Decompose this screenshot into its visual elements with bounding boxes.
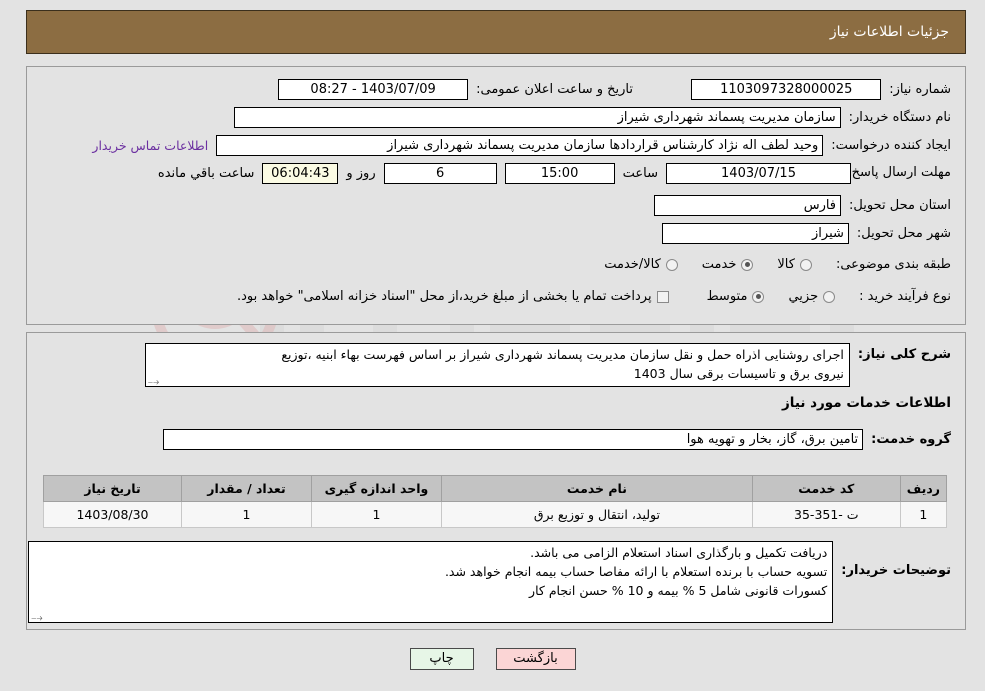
radio-jozee[interactable] [823,290,836,303]
process-label: نوع فرآیند خرید : [859,289,951,304]
need-info-panel: شماره نیاز: 1103097328000025 تاریخ و ساع… [26,66,966,325]
category-row: طبقه بندی موضوعی: کالا خدمت کالا/خدمت [604,257,951,272]
creator-label: ایجاد کننده درخواست: [831,138,951,153]
radio-kala[interactable] [799,258,812,271]
cell-row: 1 [899,501,948,528]
service-group-label: گروه خدمت: [871,432,951,447]
cell-unit: 1 [311,501,442,528]
deadline-row: مهلت ارسال پاسخ: تا تاریخ: 1403/07/15 سا… [158,163,951,184]
description-row: شرح کلی نیاز: اجرای روشنایی اذراه حمل و … [144,343,951,387]
footer-actions: بازگشت چاپ [0,648,985,670]
remaining-days-field[interactable]: 6 [383,163,497,184]
need-number-label: شماره نیاز: [889,82,951,97]
window-header: جزئیات اطلاعات نیاز [26,10,966,54]
table-row: 1 ت -351-35 تولید، انتقال و توزیع برق 1 … [43,501,948,528]
page-root: جزئیات اطلاعات نیاز شماره نیاز: 11030973… [0,0,985,691]
process-option-jozee-label: جزیي [788,289,819,304]
print-button[interactable]: چاپ [409,648,474,670]
buyer-contact-link[interactable]: اطلاعات تماس خریدار [92,138,208,153]
buyer-notes-row: توضیحات خریدار: دریافت تکمیل و بارگذاری … [28,541,951,623]
process-option-motevasset-label: متوسط [706,289,748,304]
service-group-row: گروه خدمت: تامین برق، گاز، بخار و تهویه … [163,429,951,450]
description-line-1: اجرای روشنایی اذراه حمل و نقل سازمان مدی… [281,347,844,362]
process-row: نوع فرآیند خرید : جزیي متوسط پرداخت تمام… [237,289,951,304]
buyer-notes-label: توضیحات خریدار: [841,563,951,578]
category-option-kala[interactable]: کالا [777,257,812,272]
buyer-org-field[interactable]: سازمان مدیریت پسماند شهرداری شیراز [233,107,841,128]
category-option-khedmat-label: خدمت [701,257,737,272]
page-title: جزئیات اطلاعات نیاز [829,24,949,40]
process-option-motevasset[interactable]: متوسط [707,289,765,304]
treasury-checkbox-label: پرداخت تمام یا بخشی از مبلغ خرید،از محل … [237,289,652,304]
col-code: کد خدمت [751,475,901,502]
description-textarea[interactable]: اجرای روشنایی اذراه حمل و نقل سازمان مدی… [144,343,850,387]
province-field[interactable]: فارس [654,195,842,216]
category-option-kala-khedmat-label: کالا/خدمت [604,257,661,272]
details-panel: شرح کلی نیاز: اجرای روشنایی اذراه حمل و … [26,332,966,630]
radio-motevasset[interactable] [752,290,765,303]
deadline-hour-field[interactable]: 15:00 [504,163,615,184]
cell-quantity: 1 [181,501,312,528]
table-header-row: ردیف کد خدمت نام خدمت واحد اندازه گیری ت… [43,475,948,502]
category-option-khedmat[interactable]: خدمت [702,257,754,272]
resize-grip-icon-notes[interactable]: ⤍ [31,612,42,622]
radio-khedmat[interactable] [741,258,754,271]
back-button[interactable]: بازگشت [495,648,576,670]
services-section-title: اطلاعات خدمات مورد نیاز [781,395,951,411]
need-number-row: شماره نیاز: 1103097328000025 [691,79,951,100]
process-option-jozee[interactable]: جزیي [788,289,836,304]
announce-field[interactable]: 1403/07/09 - 08:27 [278,79,469,100]
treasury-checkbox[interactable] [656,290,669,303]
province-row: استان محل تحویل: فارس [654,195,951,216]
cell-need-date: 1403/08/30 [43,501,182,528]
days-label: روز و [346,166,376,181]
treasury-checkbox-wrap[interactable]: پرداخت تمام یا بخشی از مبلغ خرید،از محل … [237,289,669,304]
services-section-title-row: اطلاعات خدمات مورد نیاز [782,395,951,411]
buyer-org-row: نام دستگاه خریدار: سازمان مدیریت پسماند … [233,107,951,128]
description-line-2: نیروی برق و تاسیسات برقی سال 1403 [633,365,844,381]
remaining-time-label: ساعت باقي مانده [157,166,255,181]
buyer-note-line-1: دریافت تکمیل و بارگذاری اسناد استعلام ال… [530,545,828,560]
announce-row: تاریخ و ساعت اعلان عمومی: 1403/07/09 - 0… [278,79,633,100]
service-group-field[interactable]: تامین برق، گاز، بخار و تهویه هوا [163,429,864,450]
announce-label: تاریخ و ساعت اعلان عمومی: [476,82,633,97]
need-number-field[interactable]: 1103097328000025 [691,79,882,100]
radio-kala-khedmat[interactable] [665,258,678,271]
city-field[interactable]: شیراز [661,223,849,244]
cell-name: تولید، انتقال و توزیع برق [441,501,753,528]
remaining-time-field: 06:04:43 [262,163,339,184]
services-table: ردیف کد خدمت نام خدمت واحد اندازه گیری ت… [43,475,948,528]
col-row: ردیف [899,475,948,502]
city-row: شهر محل تحویل: شیراز [661,223,951,244]
buyer-note-line-3: کسورات قانونی شامل 5 % بیمه و 10 % حسن ا… [529,582,828,598]
resize-grip-icon[interactable]: ⤍ [148,376,159,386]
category-label: طبقه بندی موضوعی: [835,257,951,272]
col-quantity: تعداد / مقدار [181,475,312,502]
col-unit: واحد اندازه گیری [311,475,442,502]
col-name: نام خدمت [441,475,753,502]
category-option-kala-khedmat[interactable]: کالا/خدمت [604,257,678,272]
deadline-date-field[interactable]: 1403/07/15 [666,163,851,184]
buyer-note-line-2: تسویه حساب با برنده استعلام با ارائه مفا… [444,563,828,579]
deadline-label: مهلت ارسال پاسخ: تا تاریخ: [801,165,951,181]
buyer-notes-textarea[interactable]: دریافت تکمیل و بارگذاری اسناد استعلام ال… [28,541,834,623]
cell-code: ت -351-35 [751,501,901,528]
city-label: شهر محل تحویل: [856,226,951,241]
col-need-date: تاریخ نیاز [43,475,182,502]
province-label: استان محل تحویل: [849,198,951,213]
creator-field[interactable]: وحید لطف اله نژاد کارشناس قراردادها سازم… [216,135,824,156]
buyer-org-label: نام دستگاه خریدار: [848,110,951,125]
hour-label: ساعت [622,166,658,181]
creator-row: ایجاد کننده درخواست: وحید لطف اله نژاد ک… [92,135,951,156]
description-label: شرح کلی نیاز: [857,347,951,362]
category-option-kala-label: کالا [777,257,795,272]
